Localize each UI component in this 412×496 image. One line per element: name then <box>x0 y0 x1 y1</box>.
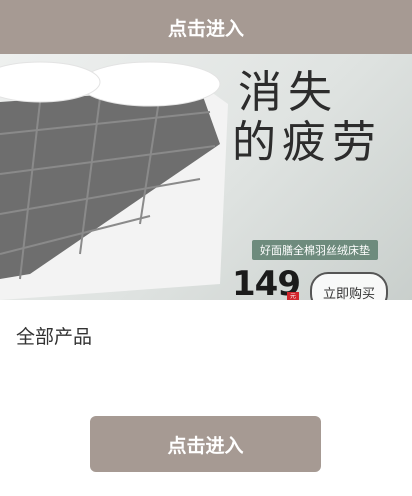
buy-now-label: 立即购买 <box>322 286 375 301</box>
banner-title-line1: 消失 <box>238 67 338 118</box>
banner-subtitle: 好面膳全棉羽丝绒床垫 <box>252 240 378 260</box>
mattress-image <box>0 61 228 300</box>
banner-title: 消失 的疲劳 <box>232 67 382 168</box>
top-enter-label: 点击进入 <box>167 17 244 40</box>
top-enter-button[interactable]: 点击进入 <box>0 0 412 54</box>
enter-button[interactable]: 点击进入 <box>90 416 321 472</box>
section-title: 全部产品 <box>16 326 93 348</box>
price-unit-badge: 元 <box>287 292 299 300</box>
enter-button-label: 点击进入 <box>167 434 244 457</box>
banner-title-line2: 的疲劳 <box>232 117 382 168</box>
buy-now-button[interactable]: 立即购买 <box>310 272 388 300</box>
promo-banner[interactable]: 消失 的疲劳 好面膳全棉羽丝绒床垫 149 元 立即购买 <box>0 54 412 300</box>
